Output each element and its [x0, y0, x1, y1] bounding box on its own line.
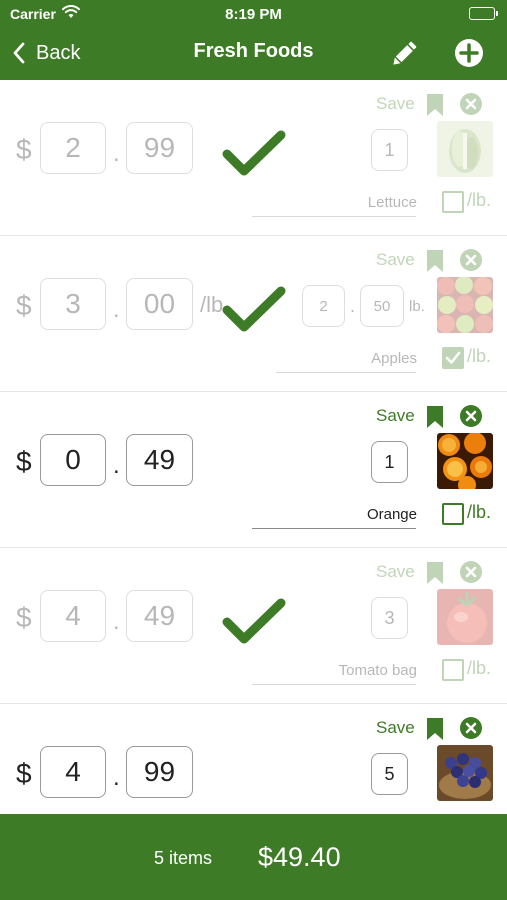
currency-symbol: $	[16, 602, 32, 633]
add-item-button[interactable]	[454, 38, 484, 68]
weight-whole-field[interactable]: 2	[302, 285, 345, 327]
price-dollars-field[interactable]: 3	[40, 278, 106, 330]
remove-item-button[interactable]	[459, 404, 483, 433]
pencil-icon	[393, 41, 417, 65]
price-decimal-point: .	[113, 608, 120, 635]
item-count: 5 items	[154, 848, 213, 868]
close-circle-icon	[460, 249, 482, 271]
item-image-tomatoes[interactable]	[437, 589, 493, 645]
item-image-oranges[interactable]	[437, 433, 493, 489]
weight-decimal-point: .	[350, 296, 356, 316]
per-lb-checkbox-label: /lb.	[467, 346, 492, 366]
checkmark-icon[interactable]	[222, 598, 286, 651]
bookmark-icon[interactable]	[426, 93, 444, 122]
item-image-grapes[interactable]	[437, 745, 493, 801]
save-button[interactable]: Save	[376, 250, 415, 270]
back-button[interactable]: Back	[12, 38, 80, 68]
bookmark-icon[interactable]	[426, 405, 444, 434]
weight-decimal-field[interactable]: 50	[360, 285, 404, 327]
item-name-underline	[252, 216, 416, 217]
list-item: Save $ 0 . 49 1 Orange /lb.	[0, 392, 507, 548]
item-list[interactable]: Save $ 2 . 99 1 Lettuce /lb. Save $ 3 . …	[0, 80, 507, 814]
chevron-left-icon	[13, 42, 25, 64]
item-name[interactable]: Orange	[367, 506, 417, 523]
item-name[interactable]: Tomato bag	[339, 662, 417, 679]
bookmark-icon[interactable]	[426, 717, 444, 746]
navigation-bar: Back Fresh Foods	[0, 28, 507, 80]
close-circle-icon	[460, 405, 482, 427]
remove-item-button[interactable]	[459, 248, 483, 277]
remove-item-button[interactable]	[459, 716, 483, 745]
price-decimal-point: .	[113, 764, 120, 791]
price-cents-field[interactable]: 00	[126, 278, 193, 330]
price-decimal-point: .	[113, 140, 120, 167]
price-dollars-field[interactable]: 0	[40, 434, 106, 486]
remove-item-button[interactable]	[459, 560, 483, 589]
quantity-field[interactable]: 5	[371, 753, 408, 795]
list-item: Save $ 3 . 00 /lb 2 . 50 lb. Apples /lb.	[0, 236, 507, 392]
item-name-underline	[252, 528, 416, 529]
price-cents-field[interactable]: 49	[126, 434, 193, 486]
item-image-apples[interactable]	[437, 277, 493, 333]
summary-bar: 5 items $49.40	[0, 814, 507, 900]
per-lb-checkbox-label: /lb.	[467, 658, 492, 678]
bookmark-icon[interactable]	[426, 561, 444, 590]
item-image-lettuce[interactable]	[437, 121, 493, 177]
currency-symbol: $	[16, 446, 32, 477]
price-dollars-field[interactable]: 2	[40, 122, 106, 174]
close-circle-icon	[460, 93, 482, 115]
quantity-field[interactable]: 3	[371, 597, 408, 639]
per-lb-checkbox[interactable]	[442, 503, 464, 525]
remove-item-button[interactable]	[459, 92, 483, 121]
currency-symbol: $	[16, 134, 32, 165]
item-name-underline	[276, 372, 416, 373]
item-name[interactable]: Lettuce	[368, 194, 417, 211]
status-bar: Carrier 8:19 PM	[0, 0, 507, 28]
list-item: Save $ 4 . 99 5	[0, 704, 507, 814]
item-name-underline	[252, 684, 416, 685]
quantity-field[interactable]: 1	[371, 129, 408, 171]
price-decimal-point: .	[113, 296, 120, 323]
per-lb-checkbox-label: /lb.	[467, 190, 492, 210]
quantity-field[interactable]: 1	[371, 441, 408, 483]
save-button[interactable]: Save	[376, 406, 415, 426]
per-lb-checkbox-label: /lb.	[467, 502, 492, 522]
per-lb-checkbox[interactable]	[442, 347, 464, 369]
close-circle-icon	[460, 717, 482, 739]
back-label: Back	[36, 41, 81, 64]
battery-icon	[469, 7, 498, 20]
per-lb-checkbox[interactable]	[442, 659, 464, 681]
save-button[interactable]: Save	[376, 718, 415, 738]
checkmark-icon[interactable]	[222, 286, 286, 339]
price-dollars-field[interactable]: 4	[40, 746, 106, 798]
weight-unit-label: lb.	[409, 298, 425, 315]
price-cents-field[interactable]: 99	[126, 122, 193, 174]
close-circle-icon	[460, 561, 482, 583]
bookmark-icon[interactable]	[426, 249, 444, 278]
total-price: $49.40	[258, 842, 341, 872]
edit-button[interactable]	[388, 38, 420, 70]
list-item: Save $ 4 . 49 3 Tomato bag /lb.	[0, 548, 507, 704]
price-decimal-point: .	[113, 452, 120, 479]
per-lb-checkbox[interactable]	[442, 191, 464, 213]
save-button[interactable]: Save	[376, 94, 415, 114]
checkmark-icon[interactable]	[222, 130, 286, 183]
currency-symbol: $	[16, 290, 32, 321]
price-cents-field[interactable]: 49	[126, 590, 193, 642]
currency-symbol: $	[16, 758, 32, 789]
item-name[interactable]: Apples	[371, 350, 417, 367]
plus-circle-icon	[455, 39, 483, 67]
price-cents-field[interactable]: 99	[126, 746, 193, 798]
save-button[interactable]: Save	[376, 562, 415, 582]
list-item: Save $ 2 . 99 1 Lettuce /lb.	[0, 80, 507, 236]
price-dollars-field[interactable]: 4	[40, 590, 106, 642]
per-lb-price-label: /lb	[200, 292, 224, 317]
clock: 8:19 PM	[225, 6, 282, 23]
